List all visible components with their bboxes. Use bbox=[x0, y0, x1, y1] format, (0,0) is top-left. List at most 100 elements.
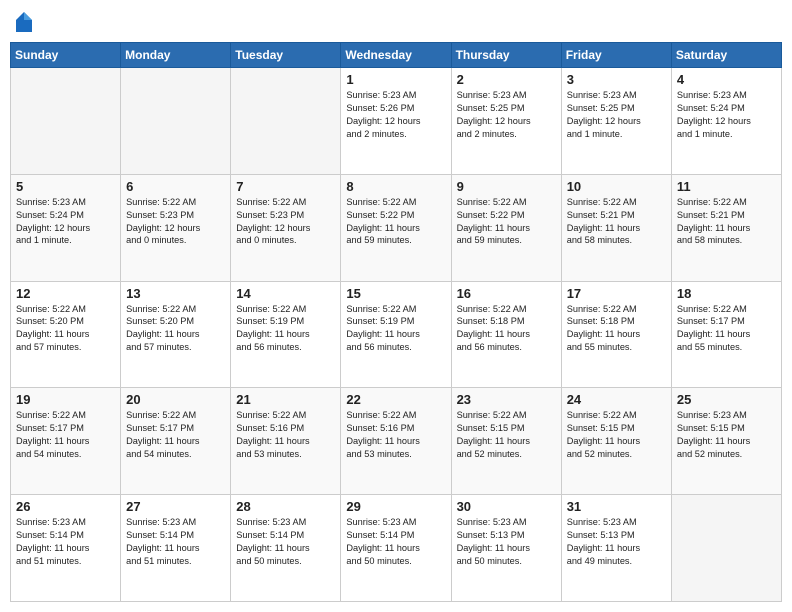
weekday-thursday: Thursday bbox=[451, 43, 561, 68]
day-number: 22 bbox=[346, 392, 445, 407]
day-number: 11 bbox=[677, 179, 776, 194]
day-info: Sunrise: 5:23 AM Sunset: 5:25 PM Dayligh… bbox=[567, 89, 666, 141]
day-info: Sunrise: 5:23 AM Sunset: 5:13 PM Dayligh… bbox=[457, 516, 556, 568]
day-info: Sunrise: 5:22 AM Sunset: 5:23 PM Dayligh… bbox=[236, 196, 335, 248]
calendar-cell: 3 Sunrise: 5:23 AM Sunset: 5:25 PM Daylig… bbox=[561, 68, 671, 175]
calendar-cell: 31 Sunrise: 5:23 AM Sunset: 5:13 PM Dayli… bbox=[561, 495, 671, 602]
day-number: 25 bbox=[677, 392, 776, 407]
calendar-cell: 27Sunrise: 5:23 AM Sunset: 5:14 PM Dayli… bbox=[121, 495, 231, 602]
calendar-cell: 24 Sunrise: 5:22 AM Sunset: 5:15 PM Dayli… bbox=[561, 388, 671, 495]
day-info: Sunrise: 5:22 AM Sunset: 5:16 PM Dayligh… bbox=[236, 409, 335, 461]
weekday-saturday: Saturday bbox=[671, 43, 781, 68]
day-info: Sunrise: 5:22 AM Sunset: 5:16 PM Dayligh… bbox=[346, 409, 445, 461]
calendar-cell: 19 Sunrise: 5:22 AM Sunset: 5:17 PM Dayli… bbox=[11, 388, 121, 495]
day-number: 24 bbox=[567, 392, 666, 407]
week-row-1: 1 Sunrise: 5:23 AM Sunset: 5:26 PM Daylig… bbox=[11, 68, 782, 175]
day-number: 17 bbox=[567, 286, 666, 301]
calendar-cell bbox=[671, 495, 781, 602]
day-number: 31 bbox=[567, 499, 666, 514]
day-number: 23 bbox=[457, 392, 556, 407]
calendar-cell: 10Sunrise: 5:22 AM Sunset: 5:21 PM Dayli… bbox=[561, 174, 671, 281]
calendar-cell: 1 Sunrise: 5:23 AM Sunset: 5:26 PM Daylig… bbox=[341, 68, 451, 175]
calendar-cell: 7 Sunrise: 5:22 AM Sunset: 5:23 PM Daylig… bbox=[231, 174, 341, 281]
calendar-cell: 5Sunrise: 5:23 AM Sunset: 5:24 PM Daylig… bbox=[11, 174, 121, 281]
calendar-cell: 30 Sunrise: 5:23 AM Sunset: 5:13 PM Dayli… bbox=[451, 495, 561, 602]
day-info: Sunrise: 5:23 AM Sunset: 5:25 PM Dayligh… bbox=[457, 89, 556, 141]
calendar-cell: 9 Sunrise: 5:22 AM Sunset: 5:22 PM Daylig… bbox=[451, 174, 561, 281]
calendar-cell: 12 Sunrise: 5:22 AM Sunset: 5:20 PM Dayli… bbox=[11, 281, 121, 388]
day-number: 14 bbox=[236, 286, 335, 301]
calendar-cell: 8 Sunrise: 5:22 AM Sunset: 5:22 PM Daylig… bbox=[341, 174, 451, 281]
calendar-cell: 6Sunrise: 5:22 AM Sunset: 5:23 PM Daylig… bbox=[121, 174, 231, 281]
day-number: 16 bbox=[457, 286, 556, 301]
day-info: Sunrise: 5:23 AM Sunset: 5:24 PM Dayligh… bbox=[677, 89, 776, 141]
week-row-2: 5Sunrise: 5:23 AM Sunset: 5:24 PM Daylig… bbox=[11, 174, 782, 281]
day-number: 9 bbox=[457, 179, 556, 194]
calendar-cell: 18 Sunrise: 5:22 AM Sunset: 5:17 PM Dayli… bbox=[671, 281, 781, 388]
day-info: Sunrise: 5:23 AM Sunset: 5:26 PM Dayligh… bbox=[346, 89, 445, 141]
day-info: Sunrise: 5:22 AM Sunset: 5:18 PM Dayligh… bbox=[567, 303, 666, 355]
day-info: Sunrise: 5:22 AM Sunset: 5:15 PM Dayligh… bbox=[457, 409, 556, 461]
day-info: Sunrise: 5:22 AM Sunset: 5:18 PM Dayligh… bbox=[457, 303, 556, 355]
day-number: 1 bbox=[346, 72, 445, 87]
day-info: Sunrise: 5:23 AM Sunset: 5:14 PM Dayligh… bbox=[346, 516, 445, 568]
day-number: 27 bbox=[126, 499, 225, 514]
day-info: Sunrise: 5:23 AM Sunset: 5:13 PM Dayligh… bbox=[567, 516, 666, 568]
day-info: Sunrise: 5:22 AM Sunset: 5:21 PM Dayligh… bbox=[567, 196, 666, 248]
day-number: 13 bbox=[126, 286, 225, 301]
calendar-cell: 29Sunrise: 5:23 AM Sunset: 5:14 PM Dayli… bbox=[341, 495, 451, 602]
calendar-cell: 20 Sunrise: 5:22 AM Sunset: 5:17 PM Dayli… bbox=[121, 388, 231, 495]
day-info: Sunrise: 5:22 AM Sunset: 5:17 PM Dayligh… bbox=[16, 409, 115, 461]
day-info: Sunrise: 5:23 AM Sunset: 5:24 PM Dayligh… bbox=[16, 196, 115, 248]
day-number: 28 bbox=[236, 499, 335, 514]
day-number: 3 bbox=[567, 72, 666, 87]
day-info: Sunrise: 5:22 AM Sunset: 5:20 PM Dayligh… bbox=[16, 303, 115, 355]
weekday-tuesday: Tuesday bbox=[231, 43, 341, 68]
page: SundayMondayTuesdayWednesdayThursdayFrid… bbox=[0, 0, 792, 612]
calendar-cell: 28 Sunrise: 5:23 AM Sunset: 5:14 PM Dayli… bbox=[231, 495, 341, 602]
calendar-cell bbox=[231, 68, 341, 175]
calendar-cell: 23 Sunrise: 5:22 AM Sunset: 5:15 PM Dayli… bbox=[451, 388, 561, 495]
weekday-friday: Friday bbox=[561, 43, 671, 68]
calendar-cell: 13 Sunrise: 5:22 AM Sunset: 5:20 PM Dayli… bbox=[121, 281, 231, 388]
day-info: Sunrise: 5:22 AM Sunset: 5:21 PM Dayligh… bbox=[677, 196, 776, 248]
weekday-monday: Monday bbox=[121, 43, 231, 68]
weekday-wednesday: Wednesday bbox=[341, 43, 451, 68]
calendar-cell: 21 Sunrise: 5:22 AM Sunset: 5:16 PM Dayli… bbox=[231, 388, 341, 495]
day-info: Sunrise: 5:23 AM Sunset: 5:14 PM Dayligh… bbox=[16, 516, 115, 568]
day-number: 4 bbox=[677, 72, 776, 87]
calendar: SundayMondayTuesdayWednesdayThursdayFrid… bbox=[10, 42, 782, 602]
day-info: Sunrise: 5:22 AM Sunset: 5:19 PM Dayligh… bbox=[346, 303, 445, 355]
day-number: 8 bbox=[346, 179, 445, 194]
day-info: Sunrise: 5:22 AM Sunset: 5:15 PM Dayligh… bbox=[567, 409, 666, 461]
day-number: 12 bbox=[16, 286, 115, 301]
weekday-sunday: Sunday bbox=[11, 43, 121, 68]
day-info: Sunrise: 5:22 AM Sunset: 5:17 PM Dayligh… bbox=[677, 303, 776, 355]
calendar-cell: 26Sunrise: 5:23 AM Sunset: 5:14 PM Dayli… bbox=[11, 495, 121, 602]
calendar-cell: 15Sunrise: 5:22 AM Sunset: 5:19 PM Dayli… bbox=[341, 281, 451, 388]
day-info: Sunrise: 5:22 AM Sunset: 5:19 PM Dayligh… bbox=[236, 303, 335, 355]
day-info: Sunrise: 5:22 AM Sunset: 5:22 PM Dayligh… bbox=[346, 196, 445, 248]
week-row-4: 19 Sunrise: 5:22 AM Sunset: 5:17 PM Dayli… bbox=[11, 388, 782, 495]
day-info: Sunrise: 5:23 AM Sunset: 5:14 PM Dayligh… bbox=[236, 516, 335, 568]
week-row-3: 12 Sunrise: 5:22 AM Sunset: 5:20 PM Dayli… bbox=[11, 281, 782, 388]
day-number: 20 bbox=[126, 392, 225, 407]
day-number: 7 bbox=[236, 179, 335, 194]
day-number: 2 bbox=[457, 72, 556, 87]
logo bbox=[14, 10, 38, 34]
header bbox=[10, 10, 782, 34]
day-number: 19 bbox=[16, 392, 115, 407]
calendar-cell: 14 Sunrise: 5:22 AM Sunset: 5:19 PM Dayli… bbox=[231, 281, 341, 388]
day-info: Sunrise: 5:22 AM Sunset: 5:20 PM Dayligh… bbox=[126, 303, 225, 355]
day-number: 30 bbox=[457, 499, 556, 514]
calendar-cell: 11 Sunrise: 5:22 AM Sunset: 5:21 PM Dayli… bbox=[671, 174, 781, 281]
day-info: Sunrise: 5:22 AM Sunset: 5:22 PM Dayligh… bbox=[457, 196, 556, 248]
day-info: Sunrise: 5:22 AM Sunset: 5:17 PM Dayligh… bbox=[126, 409, 225, 461]
calendar-cell: 4 Sunrise: 5:23 AM Sunset: 5:24 PM Daylig… bbox=[671, 68, 781, 175]
day-number: 21 bbox=[236, 392, 335, 407]
day-number: 18 bbox=[677, 286, 776, 301]
calendar-cell: 17 Sunrise: 5:22 AM Sunset: 5:18 PM Dayli… bbox=[561, 281, 671, 388]
weekday-header-row: SundayMondayTuesdayWednesdayThursdayFrid… bbox=[11, 43, 782, 68]
week-row-5: 26Sunrise: 5:23 AM Sunset: 5:14 PM Dayli… bbox=[11, 495, 782, 602]
calendar-cell: 25Sunrise: 5:23 AM Sunset: 5:15 PM Dayli… bbox=[671, 388, 781, 495]
